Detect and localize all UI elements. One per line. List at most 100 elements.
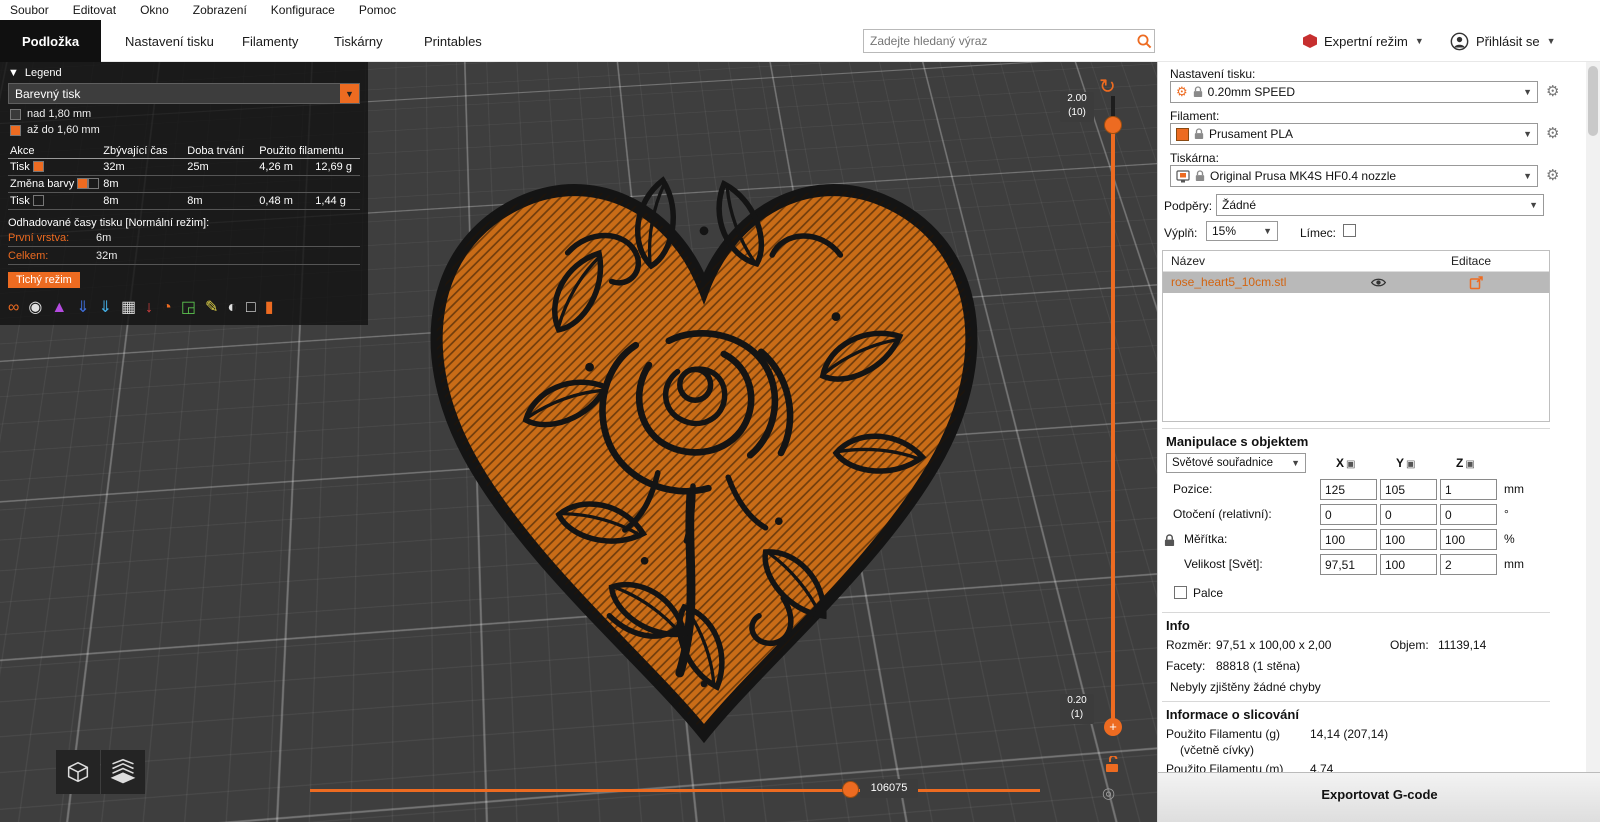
size-unit: mm <box>1504 557 1524 571</box>
menu-pomoc[interactable]: Pomoc <box>359 3 396 17</box>
position-y-field[interactable] <box>1380 479 1437 500</box>
dropdown-arrow-icon[interactable]: ▼ <box>340 84 359 103</box>
menu-konfigurace[interactable]: Konfigurace <box>271 3 335 17</box>
export-gcode-button[interactable]: Exportovat G-code <box>1158 772 1600 822</box>
login-button[interactable]: Přihlásit se ▼ <box>1450 20 1556 62</box>
model-rose-heart[interactable] <box>374 90 1034 772</box>
layers-view-button[interactable] <box>101 750 145 794</box>
scale-x-field[interactable] <box>1320 529 1377 550</box>
3d-view-button[interactable] <box>56 750 100 794</box>
position-z-field[interactable] <box>1440 479 1497 500</box>
layer-slider-bottom-label: 0.20 (1) <box>1060 694 1094 724</box>
exit-icon[interactable]: ▮ <box>265 299 274 317</box>
object-row[interactable]: rose_heart5_10cm.stl <box>1163 272 1549 293</box>
filament-gear-button[interactable]: ⚙ <box>1546 126 1559 142</box>
search-icon[interactable] <box>1134 33 1154 49</box>
color-change-icon[interactable]: ↓ <box>145 299 153 317</box>
move-slider-handle[interactable] <box>842 781 859 798</box>
coordinates-select[interactable]: Světové souřadnice ▼ <box>1166 453 1306 473</box>
scrollbar-thumb[interactable] <box>1588 66 1598 136</box>
add-color-change-button[interactable]: + <box>1104 718 1122 736</box>
rotation-y-field[interactable] <box>1380 504 1437 525</box>
position-unit: mm <box>1504 482 1524 496</box>
menubar: Soubor Editovat Okno Zobrazení Konfigura… <box>0 0 1600 20</box>
search-box[interactable] <box>863 29 1155 53</box>
print-settings-label: Nastavení tisku: <box>1170 67 1256 81</box>
col-doba: Doba trvání <box>185 144 258 159</box>
retractions-icon[interactable]: ⇓ <box>76 299 89 317</box>
position-label: Pozice: <box>1173 482 1213 496</box>
stealth-mode-button[interactable]: Tichý režim <box>8 272 80 288</box>
menu-okno[interactable]: Okno <box>140 3 169 17</box>
filament-label: Filament: <box>1170 109 1220 123</box>
size-info-label: Rozměr: <box>1166 638 1212 652</box>
seams-icon[interactable]: ▲ <box>51 299 67 317</box>
colors-icon[interactable]: ◔ <box>162 299 172 317</box>
layer-slider-handle[interactable] <box>1104 116 1122 134</box>
brim-checkbox[interactable] <box>1343 224 1356 237</box>
errors-text: Nebyly zjištěny žádné chyby <box>1170 680 1321 694</box>
eye-icon[interactable] <box>1371 277 1386 288</box>
view-type-value: Barevný tisk <box>15 86 81 101</box>
edit-column-header: Editace <box>1451 254 1492 268</box>
size-z-field[interactable] <box>1440 554 1497 575</box>
total-row: Celkem: 32m <box>8 247 360 265</box>
deretractions-icon[interactable]: ⇓ <box>99 299 112 317</box>
shells-icon[interactable]: □ <box>246 299 256 317</box>
tab-podlozka[interactable]: Podložka <box>0 20 102 62</box>
rotate-view-icon[interactable]: ↻ <box>1099 74 1116 99</box>
legend-row: Tisk 32m 25m 4,26 m 12,69 g <box>8 158 360 176</box>
feature-types-icon[interactable]: ◐ <box>227 299 237 317</box>
scale-y-field[interactable] <box>1380 529 1437 550</box>
move-slider-track[interactable] <box>310 789 1040 792</box>
rotation-x-field[interactable] <box>1320 504 1377 525</box>
brim-label: Límec: <box>1300 226 1337 240</box>
3d-viewport[interactable]: ▼ Legend Barevný tisk ▼ nad 1,80 mm až d… <box>0 62 1157 822</box>
print-settings-select[interactable]: ⚙ 0.20mm SPEED ▼ <box>1170 81 1538 103</box>
scale-unit: % <box>1504 532 1515 546</box>
size-x-field[interactable] <box>1320 554 1377 575</box>
pause-prints-icon[interactable]: ◲ <box>181 299 196 317</box>
slider-option-icon[interactable]: ◎ <box>1102 784 1115 802</box>
sidebar-scrollbar[interactable] <box>1586 62 1600 772</box>
used-filament-g-value: 14,14 (207,14) <box>1310 727 1389 741</box>
printer-select[interactable]: Original Prusa MK4S HF0.4 nozzle ▼ <box>1170 165 1538 187</box>
menu-soubor[interactable]: Soubor <box>10 3 49 17</box>
rotation-unit: ° <box>1504 507 1509 521</box>
custom-gcode-icon[interactable]: ✎ <box>205 299 218 317</box>
inches-checkbox[interactable] <box>1174 586 1187 599</box>
layer-slider-track[interactable] <box>1111 124 1115 724</box>
menu-editovat[interactable]: Editovat <box>73 3 116 17</box>
legend-collapse[interactable]: ▼ Legend <box>0 62 368 82</box>
supports-select[interactable]: Žádné ▼ <box>1216 194 1544 216</box>
view-type-select[interactable]: Barevný tisk ▼ <box>8 83 360 104</box>
rotation-label: Otočení (relativní): <box>1173 507 1272 521</box>
tab-printables[interactable]: Printables <box>412 20 494 62</box>
infill-select[interactable]: 15% ▼ <box>1206 221 1278 241</box>
edit-object-icon[interactable] <box>1469 276 1483 290</box>
menu-zobrazeni[interactable]: Zobrazení <box>193 3 247 17</box>
tab-tiskarny[interactable]: Tiskárny <box>322 20 395 62</box>
tab-filamenty[interactable]: Filamenty <box>230 20 310 62</box>
infill-value: 15% <box>1212 224 1237 238</box>
layers-icon <box>110 758 136 784</box>
coordinates-value: Světové souřadnice <box>1172 457 1274 469</box>
col-pouzito: Použito filamentu <box>257 144 360 159</box>
tool-icon[interactable]: ◉ <box>28 299 42 317</box>
expert-mode-selector[interactable]: Expertní režim ▼ <box>1303 20 1424 62</box>
rotation-z-field[interactable] <box>1440 504 1497 525</box>
chevron-down-icon: ▼ <box>1529 200 1538 210</box>
position-x-field[interactable] <box>1320 479 1377 500</box>
scale-z-field[interactable] <box>1440 529 1497 550</box>
print-settings-gear-button[interactable]: ⚙ <box>1546 84 1559 100</box>
travel-moves-icon[interactable]: ∞ <box>8 299 19 317</box>
tab-nastaveni-tisku[interactable]: Nastavení tisku <box>113 20 226 62</box>
lock-open-icon[interactable] <box>1104 756 1120 773</box>
filament-select[interactable]: Prusament PLA ▼ <box>1170 123 1538 145</box>
search-input[interactable] <box>864 34 1134 48</box>
uniform-scale-lock-icon[interactable] <box>1164 534 1175 547</box>
printer-gear-button[interactable]: ⚙ <box>1546 168 1559 184</box>
infill-pattern-icon[interactable]: ▦ <box>121 299 136 317</box>
legend-title: Legend <box>24 67 62 79</box>
size-y-field[interactable] <box>1380 554 1437 575</box>
